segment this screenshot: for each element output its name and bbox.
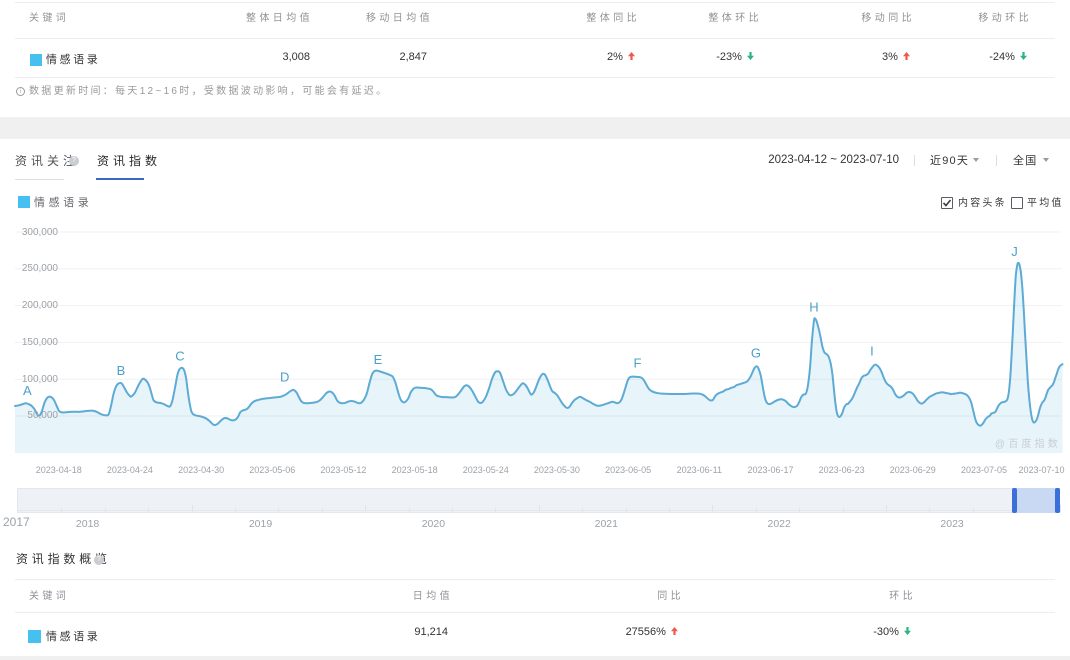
svg-text:D: D [280,370,289,385]
svg-text:F: F [634,355,642,370]
svg-text:J: J [1011,244,1018,259]
svg-text:E: E [374,352,383,367]
svg-text:A: A [23,383,32,398]
svg-text:I: I [870,344,874,359]
svg-text:H: H [809,300,818,315]
svg-text:B: B [117,363,126,378]
svg-text:G: G [751,346,761,361]
svg-text:C: C [175,349,184,364]
